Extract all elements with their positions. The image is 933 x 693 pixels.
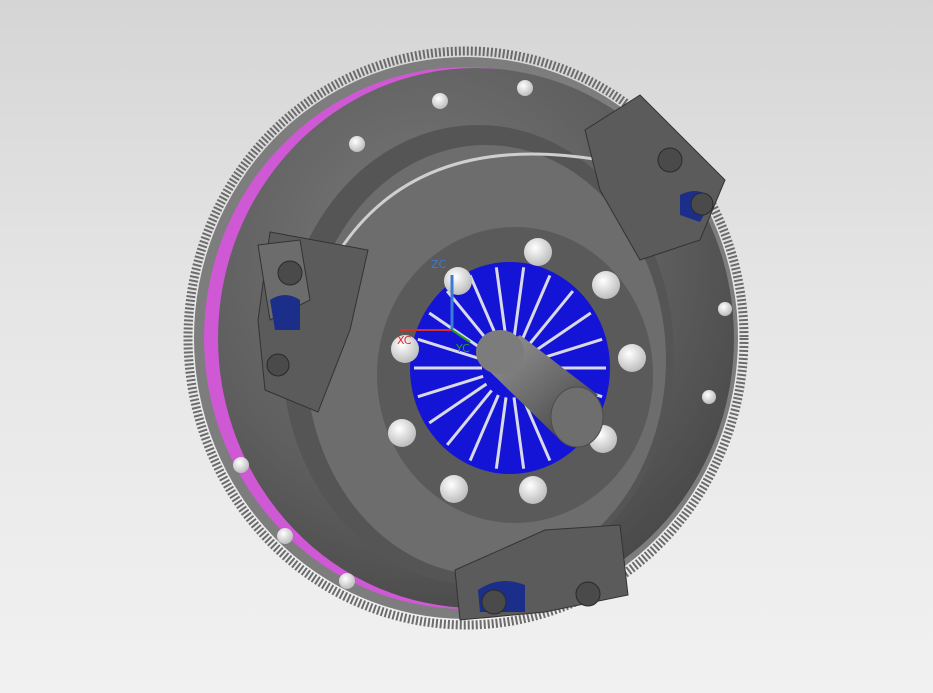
zc-label: ZC <box>431 258 447 271</box>
bolt <box>432 93 448 109</box>
bolt <box>517 80 533 96</box>
rivet <box>524 238 552 266</box>
rivet <box>618 344 646 372</box>
rivet <box>519 476 547 504</box>
rivet <box>388 419 416 447</box>
graphics-viewport[interactable]: ZC XC YC <box>0 0 933 693</box>
xc-label: XC <box>397 334 412 347</box>
rivet <box>444 267 472 295</box>
rivet <box>592 271 620 299</box>
rivet <box>440 475 468 503</box>
bracket-pin <box>690 192 714 216</box>
bolt <box>718 302 732 316</box>
bracket-pin <box>657 147 683 173</box>
clutch-assembly-model[interactable]: ZC XC YC <box>0 0 933 693</box>
bracket-pin <box>277 260 303 286</box>
bracket-pin <box>575 581 601 607</box>
yc-label: YC <box>455 342 470 355</box>
bolt <box>349 136 365 152</box>
bracket-pin <box>266 353 290 377</box>
bolt <box>339 573 355 589</box>
bolt <box>277 528 293 544</box>
bracket-pin <box>481 589 507 615</box>
bolt <box>233 457 249 473</box>
bolt <box>702 390 716 404</box>
